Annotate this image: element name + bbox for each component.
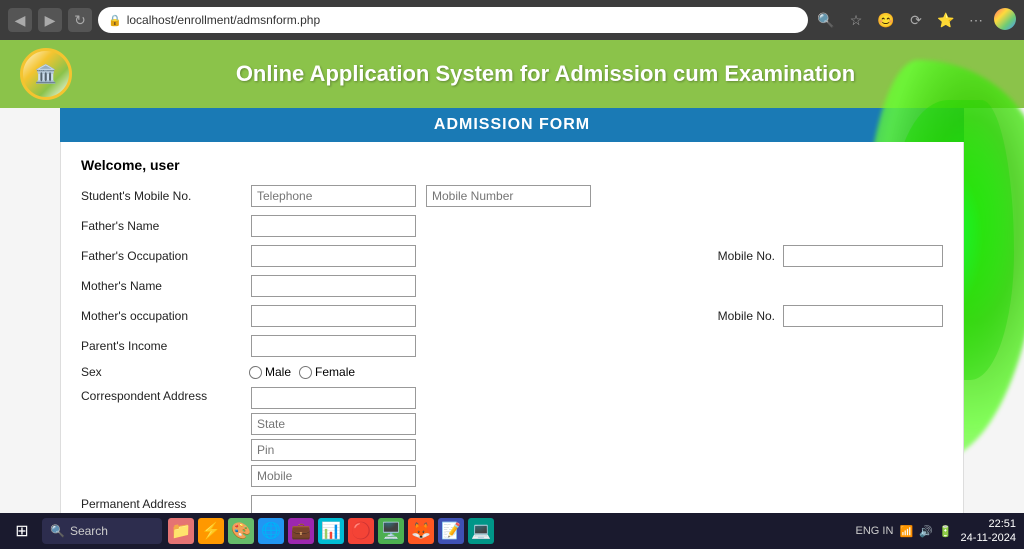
refresh-icon-btn[interactable]: ⟳	[904, 8, 928, 32]
mothers-mobile-right: Mobile No.	[705, 305, 943, 327]
mothers-name-label: Mother's Name	[81, 279, 241, 293]
taskbar-icon-8[interactable]: 🖥️	[378, 518, 404, 544]
mothers-name-input[interactable]	[251, 275, 416, 297]
fathers-name-input[interactable]	[251, 215, 416, 237]
correspondent-address-section: Correspondent Address	[81, 387, 943, 487]
student-mobile-row: Student's Mobile No.	[81, 185, 943, 207]
taskbar-icon-11[interactable]: 💻	[468, 518, 494, 544]
time-display: 22:51 24-11-2024	[961, 517, 1016, 546]
page-wrapper: 🏛️ Online Application System for Admissi…	[0, 40, 1024, 513]
sex-female-label: Female	[315, 365, 355, 379]
taskbar-icon-2[interactable]: ⚡	[198, 518, 224, 544]
fathers-mobile-right: Mobile No.	[705, 245, 943, 267]
mothers-mobile-input[interactable]	[783, 305, 943, 327]
correspondent-address-pin[interactable]	[251, 439, 416, 461]
student-mobile-label: Student's Mobile No.	[81, 189, 241, 203]
clock-time: 22:51	[961, 517, 1016, 531]
form-title: ADMISSION FORM	[434, 116, 590, 133]
taskbar-icon-9[interactable]: 🦊	[408, 518, 434, 544]
parents-income-label: Parent's Income	[81, 339, 241, 353]
system-tray: ENG IN 📶 🔊 🔋	[856, 525, 953, 538]
search-icon: 🔍	[50, 524, 65, 538]
fathers-mobile-label: Mobile No.	[705, 249, 775, 263]
search-text: Search	[70, 524, 108, 538]
back-button[interactable]: ◀	[8, 8, 32, 32]
fathers-occupation-input[interactable]	[251, 245, 416, 267]
fathers-occupation-row: Father's Occupation Mobile No.	[81, 245, 943, 267]
browser-favicon	[994, 8, 1016, 30]
taskbar-icon-7[interactable]: 🔴	[348, 518, 374, 544]
smiley-icon-btn[interactable]: 😊	[874, 8, 898, 32]
permanent-address-label: Permanent Address	[81, 495, 241, 511]
taskbar-icon-4[interactable]: 🌐	[258, 518, 284, 544]
tray-battery: 🔋	[939, 525, 953, 538]
star-icon-btn[interactable]: ☆	[844, 8, 868, 32]
taskbar: ⊞ 🔍 Search 📁 ⚡ 🎨 🌐 💼 📊 🔴 🖥️ 🦊 📝 💻 ENG IN…	[0, 513, 1024, 549]
fathers-occupation-left: Father's Occupation	[81, 245, 515, 267]
mobile-number-input[interactable]	[426, 185, 591, 207]
taskbar-icon-1[interactable]: 📁	[168, 518, 194, 544]
sex-female-option[interactable]: Female	[299, 365, 355, 379]
sex-row: Sex Male Female	[81, 365, 943, 379]
menu-icon-btn[interactable]: ⋯	[964, 8, 988, 32]
parents-income-row: Parent's Income	[81, 335, 943, 357]
mothers-occupation-row: Mother's occupation Mobile No.	[81, 305, 943, 327]
taskbar-icon-3[interactable]: 🎨	[228, 518, 254, 544]
reload-button[interactable]: ↻	[68, 8, 92, 32]
site-logo: 🏛️	[20, 48, 72, 100]
tray-volume: 🔊	[919, 525, 933, 538]
telephone-input[interactable]	[251, 185, 416, 207]
url-text: localhost/enrollment/admsnform.php	[127, 13, 320, 27]
taskbar-icon-5[interactable]: 💼	[288, 518, 314, 544]
sex-female-radio[interactable]	[299, 366, 312, 379]
windows-start-button[interactable]: ⊞	[8, 517, 36, 545]
form-container: Welcome, user Student's Mobile No. Fathe…	[60, 142, 964, 513]
fathers-name-label: Father's Name	[81, 219, 241, 233]
browser-chrome: ◀ ▶ ↻ 🔒 localhost/enrollment/admsnform.p…	[0, 0, 1024, 40]
mothers-occupation-left: Mother's occupation	[81, 305, 515, 327]
fathers-mobile-input[interactable]	[783, 245, 943, 267]
mothers-occupation-input[interactable]	[251, 305, 416, 327]
search-bar[interactable]: 🔍 Search	[42, 518, 162, 544]
sex-male-radio[interactable]	[249, 366, 262, 379]
search-icon-btn[interactable]: 🔍	[814, 8, 838, 32]
mothers-occupation-label: Mother's occupation	[81, 309, 241, 323]
mothers-mobile-label: Mobile No.	[705, 309, 775, 323]
permanent-address-fields	[251, 495, 416, 513]
forward-button[interactable]: ▶	[38, 8, 62, 32]
lock-icon: 🔒	[108, 14, 122, 27]
site-title: Online Application System for Admission …	[87, 61, 1004, 87]
correspondent-address-mobile[interactable]	[251, 465, 416, 487]
sex-male-option[interactable]: Male	[249, 365, 291, 379]
tray-lang: ENG IN	[856, 525, 894, 537]
address-bar[interactable]: 🔒 localhost/enrollment/admsnform.php	[98, 7, 808, 33]
bookmark-icon-btn[interactable]: ⭐	[934, 8, 958, 32]
form-header: ADMISSION FORM	[60, 108, 964, 142]
correspondent-address-fields	[251, 387, 416, 487]
taskbar-icon-10[interactable]: 📝	[438, 518, 464, 544]
browser-actions: 🔍 ☆ 😊 ⟳ ⭐ ⋯	[814, 8, 1016, 32]
clock-date: 24-11-2024	[961, 531, 1016, 545]
correspondent-address-line1[interactable]	[251, 387, 416, 409]
taskbar-icon-6[interactable]: 📊	[318, 518, 344, 544]
fathers-occupation-label: Father's Occupation	[81, 249, 241, 263]
welcome-text: Welcome, user	[81, 157, 943, 173]
taskbar-icons: 📁 ⚡ 🎨 🌐 💼 📊 🔴 🖥️ 🦊 📝 💻	[168, 518, 494, 544]
sex-male-label: Male	[265, 365, 291, 379]
site-header: 🏛️ Online Application System for Admissi…	[0, 40, 1024, 108]
correspondent-address-label: Correspondent Address	[81, 387, 241, 403]
mothers-name-row: Mother's Name	[81, 275, 943, 297]
permanent-address-section: Permanent Address	[81, 495, 943, 513]
parents-income-input[interactable]	[251, 335, 416, 357]
tray-wifi: 📶	[899, 525, 913, 538]
permanent-address-line1[interactable]	[251, 495, 416, 513]
taskbar-right: ENG IN 📶 🔊 🔋 22:51 24-11-2024	[856, 517, 1016, 546]
fathers-name-row: Father's Name	[81, 215, 943, 237]
correspondent-address-state[interactable]	[251, 413, 416, 435]
sex-label: Sex	[81, 365, 241, 379]
